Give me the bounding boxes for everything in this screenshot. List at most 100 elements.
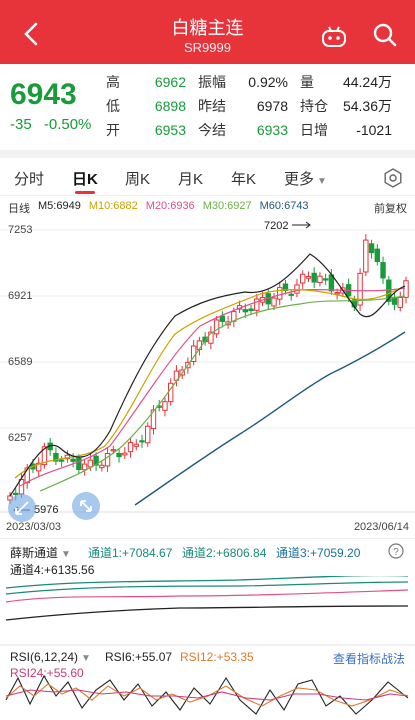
kline-chart[interactable]: 7202 5976	[0, 216, 415, 516]
candle-body	[271, 297, 277, 307]
candle-body	[213, 319, 220, 335]
tab-daily-k[interactable]: 日K	[72, 168, 98, 189]
channel1-value: 通道1:+7084.67	[88, 546, 173, 560]
ma30-label: M30:6927	[202, 200, 252, 212]
stat-value: -1021	[356, 122, 392, 138]
min-price-label: 5976	[34, 504, 58, 516]
candle-body	[110, 449, 117, 452]
candle-body	[242, 309, 249, 313]
section-divider	[0, 150, 415, 158]
candle-body	[305, 276, 312, 279]
info-icon[interactable]: ?	[388, 543, 404, 559]
channel3-value: 通道3:+7059.20	[276, 546, 361, 560]
candle-body	[311, 272, 317, 283]
candle-body	[322, 278, 329, 281]
candle-body	[70, 458, 76, 462]
rsi-name: RSI(6,12,24)	[10, 650, 79, 664]
change-value: -35	[10, 116, 32, 133]
candle-body	[374, 248, 381, 262]
tab-intraday[interactable]: 分时	[14, 168, 44, 189]
caret-down-icon: ▼	[317, 176, 327, 187]
search-icon[interactable]	[372, 22, 398, 48]
last-price: 6943	[10, 78, 77, 111]
channel-chart	[5, 576, 409, 621]
stat-value: 54.36万	[342, 98, 392, 114]
candle-body	[76, 457, 82, 470]
ma10-label: M10:6882	[88, 200, 138, 212]
zoom-in-button[interactable]	[72, 492, 100, 520]
stat-value: 6978	[256, 98, 288, 114]
stat-label: 日增	[300, 122, 328, 138]
quote-stats: 高 6962 振幅 0.92% 量 44.24万 低 6898 昨结 6978 …	[106, 70, 392, 142]
candle-body	[116, 452, 122, 458]
stats-row: 低 6898 昨结 6978 持仓 54.36万	[106, 94, 392, 118]
stat-value: 6953	[154, 122, 186, 138]
stats-row: 高 6962 振幅 0.92% 量 44.24万	[106, 70, 392, 94]
stat-value: 44.24万	[342, 74, 392, 90]
contract-code: SR9999	[184, 40, 231, 55]
ma10-line	[14, 285, 406, 479]
ma20-label: M20:6936	[145, 200, 195, 212]
settings-icon[interactable]	[383, 168, 403, 188]
quote-panel: 6943 -35 -0.50% 高 6962 振幅 0.92% 量 44.24万…	[0, 64, 415, 150]
y-tick: 6589	[8, 356, 33, 368]
date-start: 2023/03/03	[6, 521, 62, 533]
candle-body	[363, 239, 369, 273]
section-divider	[0, 644, 415, 646]
candle-body	[127, 442, 134, 453]
caret-down-icon: ▼	[61, 549, 71, 560]
collapse-arrows-icon	[15, 501, 29, 515]
candle-body	[334, 292, 340, 295]
candle-body	[122, 452, 128, 456]
tab-weekly-k[interactable]: 周K	[125, 168, 150, 189]
candle-body	[391, 296, 398, 305]
tab-more-label: 更多	[284, 171, 315, 188]
adjust-mode[interactable]: 前复权	[374, 200, 407, 216]
candle-body	[87, 459, 94, 468]
rsi6-value: RSI6:+55.07	[105, 650, 173, 664]
candle-body	[254, 298, 260, 311]
page-title: 白糖主连	[171, 18, 244, 38]
candle-body	[219, 315, 226, 322]
rsi24-line	[5, 689, 409, 701]
stat-label: 振幅	[198, 74, 226, 90]
candle-body	[104, 452, 111, 467]
candle-body	[99, 464, 105, 469]
rsi6-line	[5, 674, 409, 715]
y-tick: 7253	[8, 224, 33, 236]
candle-body	[162, 401, 168, 411]
y-tick: 6921	[8, 290, 33, 302]
indicator-strategy-link[interactable]: 查看指标战法	[333, 650, 405, 667]
robot-assistant-icon[interactable]	[320, 24, 348, 48]
candle-body	[139, 440, 145, 443]
candle-body	[277, 287, 283, 300]
candle-body	[380, 262, 386, 279]
max-price-label: 7202	[264, 220, 288, 232]
ma5-label: M5:6949	[38, 200, 81, 212]
ma60-label: M60:6743	[259, 200, 309, 212]
candlestick-series	[7, 234, 409, 504]
top-bar: 白糖主连 SR9999	[0, 0, 415, 64]
y-tick: 6257	[8, 432, 33, 444]
stat-value: 6962	[154, 74, 186, 90]
channel3-line	[5, 589, 409, 603]
tab-monthly-k[interactable]: 月K	[178, 168, 203, 189]
rsi-indicator-selector[interactable]: RSI(6,12,24) ▼	[10, 650, 91, 664]
rsi-chart	[5, 674, 409, 715]
stats-row: 开 6953 今结 6933 日增 -1021	[106, 118, 392, 142]
rsi12-value: RSI12:+53.35	[180, 650, 254, 664]
candle-body	[133, 443, 139, 447]
candle-body	[145, 425, 151, 444]
channel-indicator-selector[interactable]: 薛斯通道 ▼	[10, 544, 71, 561]
svg-text:?: ?	[393, 547, 399, 558]
candle-body	[368, 243, 375, 254]
candle-body	[397, 297, 403, 308]
candle-body	[299, 273, 306, 284]
stat-label: 量	[300, 74, 314, 90]
candle-body	[317, 275, 323, 283]
zoom-out-button[interactable]	[8, 494, 36, 522]
tab-more[interactable]: 更多 ▼	[284, 168, 327, 189]
kline-type: 日线	[8, 203, 30, 215]
tab-yearly-k[interactable]: 年K	[231, 168, 256, 189]
channel4-line	[5, 605, 409, 621]
